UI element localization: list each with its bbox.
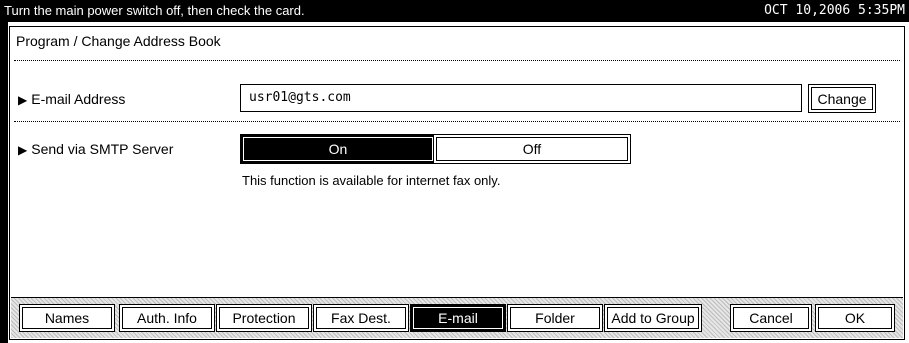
triangle-right-icon: ▶	[18, 143, 28, 157]
triangle-right-icon: ▶	[18, 93, 28, 107]
tab-folder[interactable]: Folder	[507, 304, 603, 332]
tab-protection[interactable]: Protection	[216, 304, 312, 332]
cancel-button[interactable]: Cancel	[730, 304, 812, 332]
smtp-on-button[interactable]: On	[240, 134, 436, 164]
row-divider	[14, 121, 900, 122]
address-book-panel: Program / Change Address Book ▶ E-mail Ad…	[9, 26, 905, 340]
email-address-label: ▶ E-mail Address	[18, 91, 126, 107]
tab-fax-dest[interactable]: Fax Dest.	[313, 304, 409, 332]
ok-button[interactable]: OK	[815, 304, 895, 332]
screen-edge	[0, 22, 8, 343]
tab-bar: Names Auth. Info Protection Fax Dest. E-…	[11, 297, 903, 338]
status-bar: Turn the main power switch off, then che…	[0, 0, 909, 22]
date-time: OCT 10,2006 5:35PM	[764, 3, 905, 18]
panel-title: Program / Change Address Book	[16, 33, 221, 49]
smtp-off-button[interactable]: Off	[433, 134, 631, 164]
tab-auth-info[interactable]: Auth. Info	[119, 304, 215, 332]
tab-names[interactable]: Names	[19, 304, 115, 332]
smtp-note: This function is available for internet …	[242, 173, 501, 188]
status-message: Turn the main power switch off, then che…	[4, 3, 305, 18]
tab-e-mail[interactable]: E-mail	[410, 304, 506, 332]
smtp-server-label: ▶ Send via SMTP Server	[18, 141, 174, 157]
email-address-field[interactable]: usr01@gts.com	[240, 84, 802, 112]
change-button[interactable]: Change	[808, 84, 876, 113]
title-divider	[14, 60, 900, 61]
tab-add-to-group[interactable]: Add to Group	[604, 304, 702, 332]
